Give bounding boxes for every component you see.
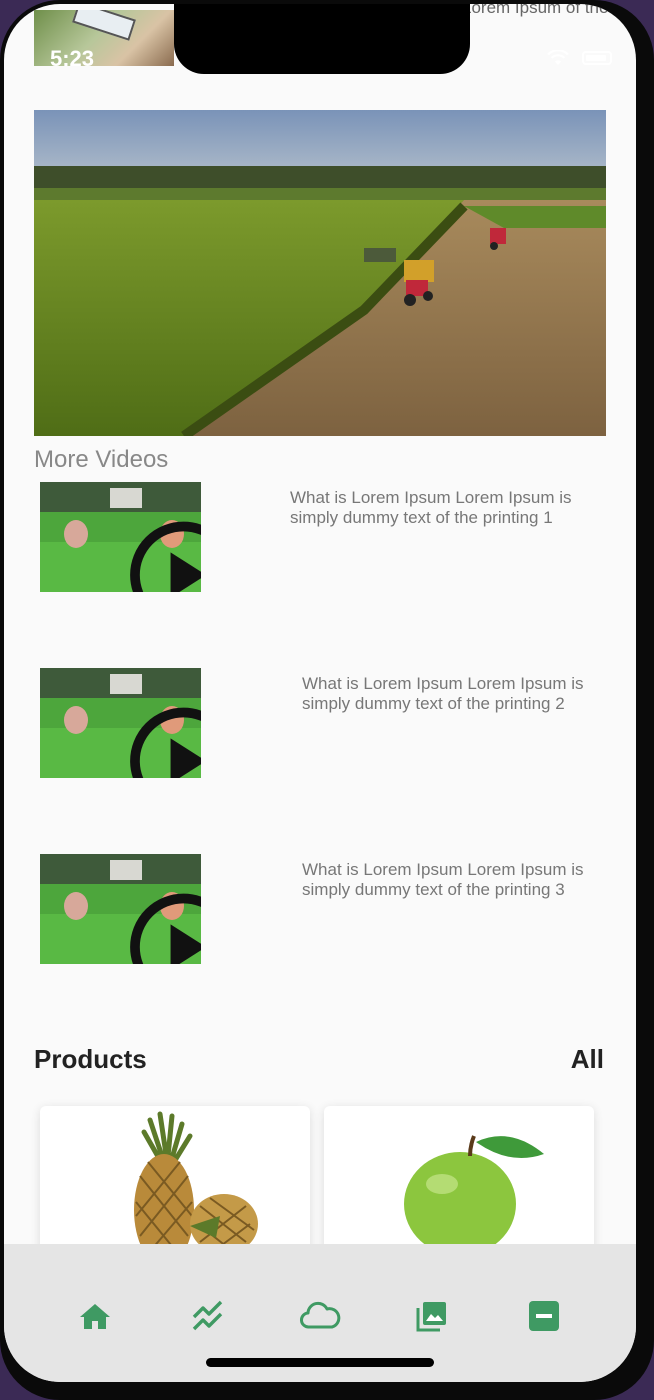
nav-cloud[interactable]: [298, 1294, 342, 1338]
more-videos-title: More Videos: [34, 446, 169, 473]
status-time: 5:23: [50, 46, 95, 71]
bottom-navigation: [4, 1244, 636, 1382]
device-notch: [174, 4, 470, 74]
play-icon[interactable]: [103, 706, 201, 778]
video-thumbnail[interactable]: [40, 668, 201, 778]
trending-icon: [192, 1300, 223, 1331]
battery-icon: [582, 51, 612, 65]
products-all-link[interactable]: All: [571, 1044, 604, 1075]
play-icon[interactable]: [103, 520, 201, 592]
farm-field-image: [34, 110, 606, 436]
status-icons: [546, 50, 612, 66]
scrolled-text: Lorem Ipsum of the: [462, 4, 609, 17]
video-description: What is Lorem Ipsum Lorem Ipsum is simpl…: [302, 860, 584, 899]
home-icon: [80, 1304, 110, 1329]
video-list-item[interactable]: What is Lorem Ipsum Lorem Ipsum is simpl…: [40, 668, 600, 780]
hero-image[interactable]: [34, 110, 606, 436]
phone-frame: Lorem Ipsum of the 5:23 More Videos What…: [0, 0, 654, 1400]
nav-trending[interactable]: [186, 1294, 230, 1338]
play-icon[interactable]: [103, 892, 201, 964]
minus-box-icon: [529, 1301, 559, 1331]
gallery-icon: [416, 1302, 446, 1332]
nav-minus[interactable]: [522, 1294, 566, 1338]
cloud-icon: [300, 1301, 341, 1329]
video-thumbnail[interactable]: [40, 854, 201, 964]
video-description: What is Lorem Ipsum Lorem Ipsum is simpl…: [302, 674, 584, 713]
wifi-icon: [547, 50, 569, 65]
video-list-item[interactable]: What is Lorem Ipsum Lorem Ipsum is simpl…: [40, 854, 600, 966]
nav-gallery[interactable]: [410, 1294, 454, 1338]
app-screen: Lorem Ipsum of the 5:23 More Videos What…: [4, 4, 636, 1382]
video-description: What is Lorem Ipsum Lorem Ipsum is simpl…: [290, 488, 572, 527]
products-title: Products: [34, 1044, 147, 1074]
nav-home[interactable]: [73, 1294, 117, 1338]
video-thumbnail[interactable]: [40, 482, 201, 592]
video-list-item[interactable]: What is Lorem Ipsum Lorem Ipsum is simpl…: [40, 482, 600, 594]
home-indicator[interactable]: [206, 1358, 434, 1367]
